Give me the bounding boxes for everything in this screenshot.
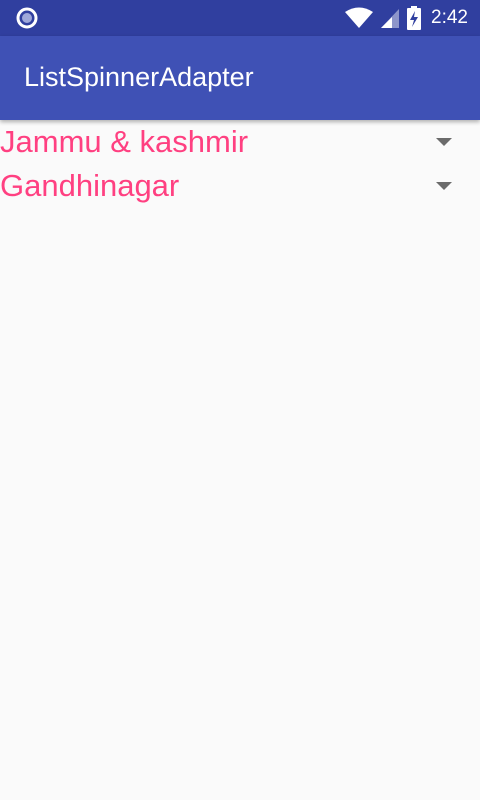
main-content: Jammu & kashmir Gandhinagar [0,120,480,208]
app-bar: ListSpinnerAdapter [0,36,480,120]
wifi-icon [345,7,374,28]
status-icons: 2:42 [339,0,468,36]
dropdown-arrow-icon [436,182,452,190]
status-clock: 2:42 [431,7,468,28]
app-title: ListSpinnerAdapter [24,62,254,92]
spinner-selected-value: Gandhinagar [0,168,180,203]
circle-notification-icon [16,7,38,29]
battery-charging-icon [407,6,422,30]
cell-signal-icon [381,9,400,28]
city-spinner[interactable]: Gandhinagar [0,164,480,208]
status-bar: 2:42 [0,0,480,36]
state-spinner[interactable]: Jammu & kashmir [0,120,480,164]
dropdown-arrow-icon [436,138,452,146]
spinner-selected-value: Jammu & kashmir [0,124,249,159]
